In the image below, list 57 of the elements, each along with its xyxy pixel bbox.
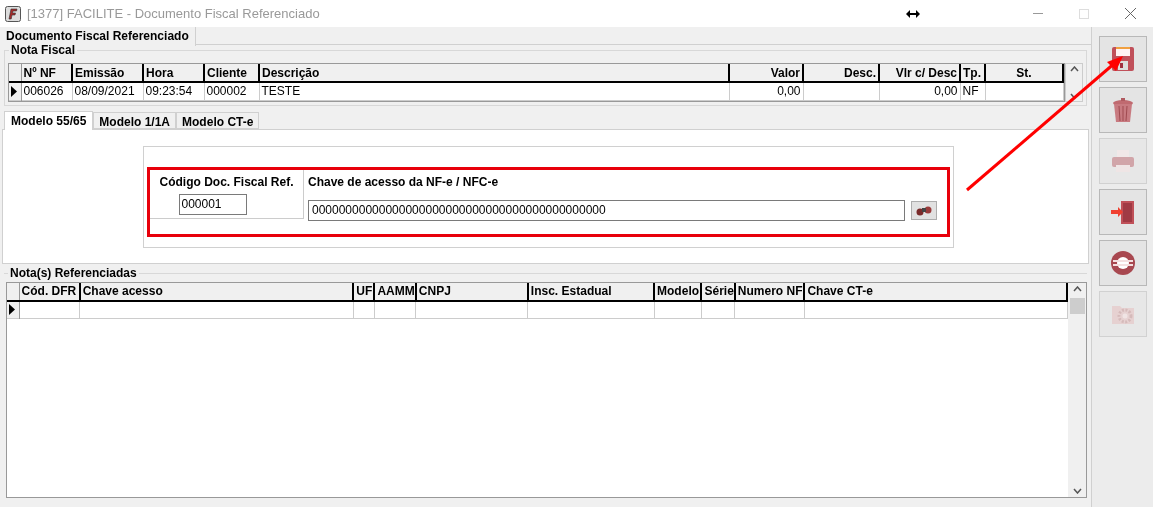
- column-header[interactable]: Desc.: [803, 64, 879, 82]
- table-cell: 006026: [21, 82, 72, 100]
- table-cell: 09:23:54: [143, 82, 204, 100]
- column-header[interactable]: Chave acesso: [79, 282, 354, 301]
- code-input[interactable]: 000001: [178, 193, 247, 215]
- maximize-icon: [1079, 8, 1089, 19]
- column-header[interactable]: Insc. Estadual: [527, 282, 655, 301]
- model-tab[interactable]: Modelo CT-e: [176, 111, 260, 129]
- scroll-up-icon[interactable]: [1072, 285, 1082, 292]
- door-icon: [1108, 198, 1137, 226]
- field-label: Chave de acesso da NF-e / NFC-e: [308, 174, 500, 189]
- exit-button[interactable]: [1098, 189, 1147, 235]
- app-logo-icon: [5, 5, 21, 22]
- column-header[interactable]: Série: [701, 282, 735, 301]
- resize-cursor-icon: [906, 9, 920, 18]
- column-header[interactable]: Cliente: [204, 64, 259, 82]
- column-header[interactable]: CNPJ: [415, 282, 528, 301]
- column-header[interactable]: Tp.: [960, 64, 985, 82]
- page-tab[interactable]: Documento Fiscal Referenciado: [0, 27, 196, 46]
- field-label: Código Doc. Fiscal Ref.: [159, 174, 294, 189]
- search-button[interactable]: [911, 200, 937, 220]
- group-title: Nota Fiscal: [9, 43, 78, 57]
- save-button[interactable]: [1098, 36, 1147, 82]
- column-header[interactable]: Modelo: [654, 282, 702, 301]
- table-cell: NF: [960, 82, 985, 100]
- column-header[interactable]: Descrição: [259, 64, 729, 82]
- column-header[interactable]: St.: [985, 64, 1063, 82]
- scrollbar[interactable]: [1068, 282, 1086, 497]
- window-title: [1377] FACILITE - Documento Fiscal Referenciado: [27, 4, 320, 23]
- help-button[interactable]: [1098, 240, 1147, 286]
- column-header[interactable]: Cód. DFR: [19, 282, 80, 301]
- scroll-down-icon[interactable]: [1072, 488, 1082, 494]
- column-header[interactable]: Numero NF: [734, 282, 805, 301]
- table-cell: 0,00: [879, 82, 960, 100]
- binoculars-icon: [916, 204, 932, 216]
- access-key-input[interactable]: 00000000000000000000000000000000000000000000: [308, 199, 905, 221]
- scrollbar[interactable]: [1065, 63, 1083, 102]
- column-header[interactable]: Nº NF: [21, 64, 72, 82]
- model-tab[interactable]: Modelo 55/65: [4, 110, 94, 130]
- column-header[interactable]: Emissão: [72, 64, 143, 82]
- column-header[interactable]: Valor: [729, 64, 803, 82]
- close-icon: [1124, 8, 1136, 19]
- minimize-icon: [1033, 13, 1043, 14]
- scroll-thumb[interactable]: [1069, 297, 1085, 314]
- group-title: Nota(s) Referenciadas: [8, 265, 139, 280]
- column-header[interactable]: Hora: [143, 64, 204, 82]
- model-tab[interactable]: Modelo 1/1A: [93, 111, 177, 129]
- column-header[interactable]: AAMM: [374, 282, 416, 301]
- column-header[interactable]: Vlr c/ Desc: [879, 64, 960, 82]
- scroll-up-icon[interactable]: [1069, 66, 1079, 72]
- table-cell: TESTE: [259, 82, 729, 100]
- lifebuoy-icon: [1108, 249, 1137, 277]
- column-header[interactable]: UF: [353, 282, 375, 301]
- table-cell: 0,00: [729, 82, 803, 100]
- table-cell: 000002: [204, 82, 259, 100]
- table-cell: 08/09/2021: [72, 82, 143, 100]
- delete-button[interactable]: [1098, 87, 1147, 133]
